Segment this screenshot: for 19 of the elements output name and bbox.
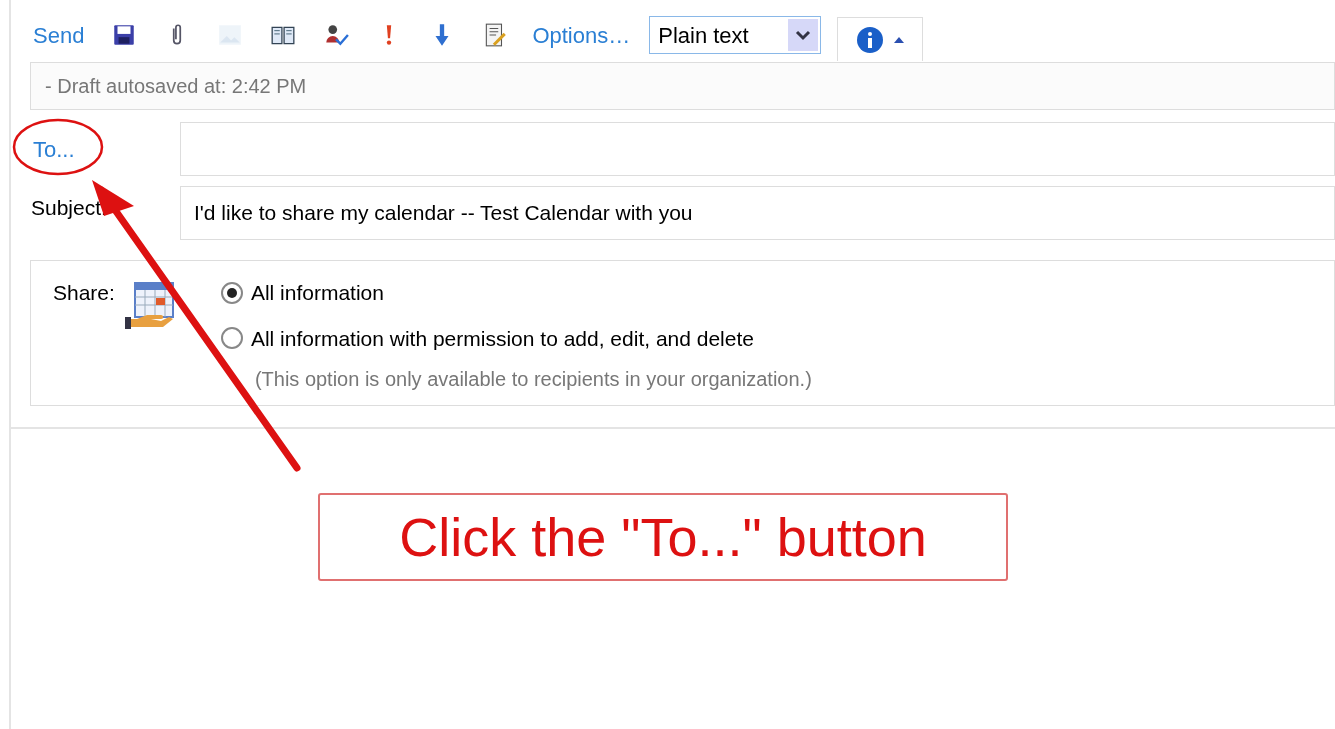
draft-status-bar: - Draft autosaved at: 2:42 PM <box>30 62 1335 110</box>
info-tab[interactable] <box>837 17 924 61</box>
radio-button[interactable] <box>220 327 243 350</box>
info-icon <box>856 25 885 54</box>
to-button[interactable]: To... <box>33 132 180 166</box>
subject-field[interactable]: I'd like to share my calendar -- Test Calendar with you <box>180 186 1335 240</box>
radio-label: All information with permission to add, edit, and delete <box>250 325 754 352</box>
share-label: Share: <box>53 280 115 306</box>
option-note: (This option is only available to recipients in your organization.) <box>254 367 812 392</box>
radio-button[interactable] <box>220 281 243 304</box>
radio-label: All information <box>250 280 384 306</box>
send-link[interactable]: Send <box>33 18 85 52</box>
options-link[interactable]: Options… <box>532 18 631 52</box>
chevron-down-icon <box>788 19 819 51</box>
to-field[interactable] <box>180 122 1335 176</box>
callout-text: Click the "To..." button <box>399 505 927 569</box>
person-check-icon[interactable] <box>323 22 350 48</box>
format-dropdown[interactable]: Plain text <box>649 16 822 54</box>
caret-up-icon <box>894 36 905 43</box>
